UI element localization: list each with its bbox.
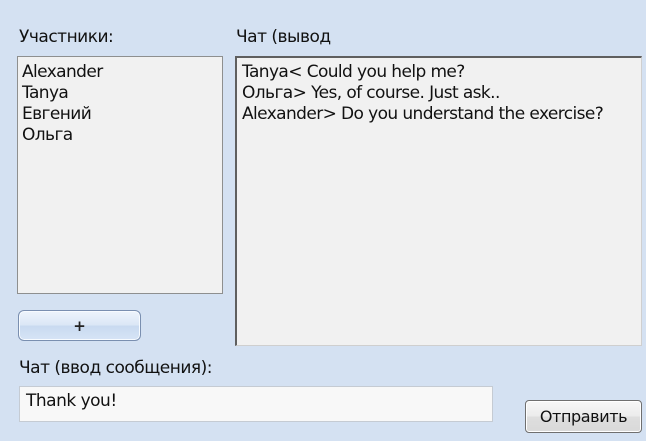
participant-item[interactable]: Alexander xyxy=(22,62,218,83)
chat-window: Участники: Чат (вывод Alexander Tanya Ев… xyxy=(0,0,646,441)
message-input[interactable]: Thank you! xyxy=(19,386,493,422)
send-button[interactable]: Отправить xyxy=(525,400,642,433)
participants-label: Участники: xyxy=(19,27,114,47)
chat-output-label: Чат (вывод xyxy=(236,27,331,47)
chat-message: Ольга> Yes, of course. Just ask.. xyxy=(242,83,500,103)
participant-item[interactable]: Ольга xyxy=(22,125,218,146)
chat-message: Tanya< Could you help me? xyxy=(242,62,465,82)
participants-list[interactable]: Alexander Tanya Евгений Ольга xyxy=(17,56,223,294)
chat-message: Alexander> Do you understand the exercis… xyxy=(242,104,604,124)
chat-output-box[interactable]: Tanya< Could you help me? Ольга> Yes, of… xyxy=(235,56,642,346)
chat-input-label: Чат (ввод сообщения): xyxy=(19,358,212,378)
add-participant-button[interactable]: + xyxy=(18,310,141,341)
participant-item[interactable]: Евгений xyxy=(22,104,218,125)
participant-item[interactable]: Tanya xyxy=(22,83,218,104)
